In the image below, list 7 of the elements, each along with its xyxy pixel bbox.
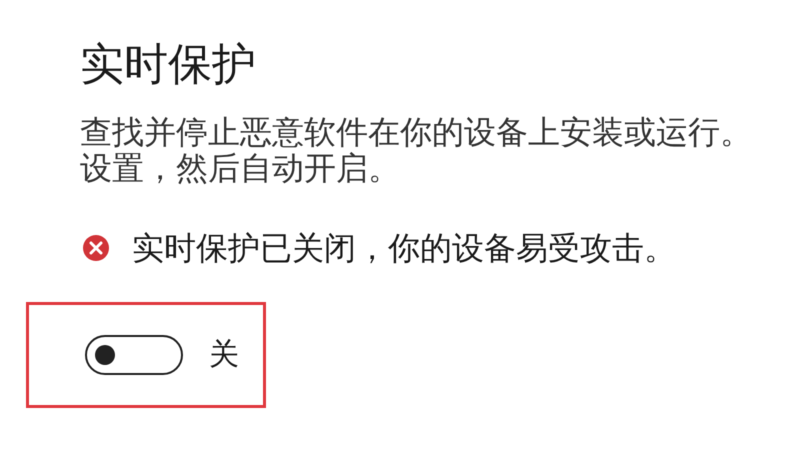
description-line: 设置，然后自动开启。 [80, 150, 400, 186]
section-title: 实时保护 [80, 40, 256, 89]
alert-message: 实时保护已关闭，你的设备易受攻击。 [132, 229, 676, 268]
toggle-switch[interactable] [85, 335, 183, 375]
description-line: 查找并停止恶意软件在你的设备上安装或运行。 [80, 114, 752, 150]
toggle-label: 关 [209, 337, 239, 373]
error-icon [82, 234, 110, 262]
